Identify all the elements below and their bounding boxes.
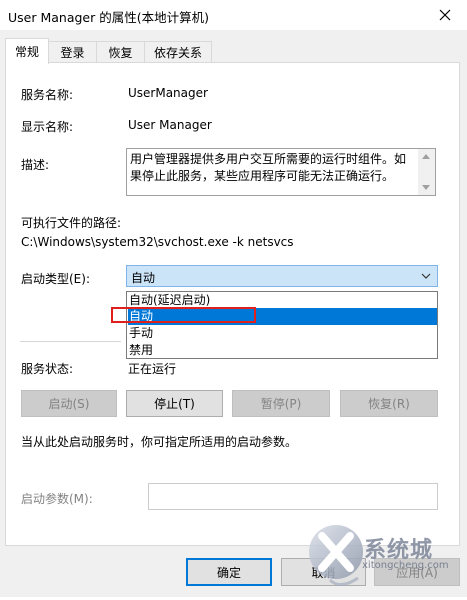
start-params-hint: 当从此处启动服务时，你可指定所适用的启动参数。: [21, 435, 298, 449]
close-button[interactable]: [430, 2, 460, 28]
description-scrollbar[interactable]: [418, 149, 435, 195]
startup-type-value: 自动: [131, 271, 156, 285]
pause-button[interactable]: 暂停(P): [232, 390, 330, 417]
display-name-value: User Manager: [128, 118, 212, 132]
tab-dependencies[interactable]: 依存关系: [144, 41, 212, 63]
start-params-input[interactable]: [148, 483, 438, 510]
service-name-label: 服务名称:: [21, 88, 74, 102]
apply-button[interactable]: 应用(A): [374, 558, 460, 586]
display-name-label: 显示名称:: [21, 120, 74, 134]
tab-label: 登录: [60, 46, 85, 60]
title-bar: User Manager 的属性(本地计算机): [0, 0, 467, 30]
startup-type-select[interactable]: 自动: [126, 265, 438, 287]
tab-label: 常规: [14, 45, 39, 59]
close-icon: [439, 9, 451, 21]
description-text: 用户管理器提供多用户交互所需要的运行时组件。如果停止此服务，某些应用程序可能无法…: [130, 152, 407, 183]
exec-path-label: 可执行文件的路径:: [21, 216, 122, 230]
tab-general[interactable]: 常规: [5, 38, 49, 64]
start-button[interactable]: 启动(S): [21, 390, 117, 417]
chevron-down-icon: [421, 273, 431, 279]
option-manual[interactable]: 手动: [128, 325, 437, 342]
window-title: User Manager 的属性(本地计算机): [8, 10, 209, 25]
separator: [20, 341, 121, 342]
startup-type-label: 启动类型(E):: [21, 272, 90, 286]
tab-recovery[interactable]: 恢复: [96, 41, 145, 63]
description-label: 描述:: [21, 158, 50, 172]
description-textbox[interactable]: 用户管理器提供多用户交互所需要的运行时组件。如果停止此服务，某些应用程序可能无法…: [126, 148, 436, 196]
stop-button[interactable]: 停止(T): [126, 390, 223, 417]
scroll-up-icon[interactable]: [422, 154, 430, 159]
service-status-value: 正在运行: [128, 362, 177, 376]
service-name-value: UserManager: [128, 86, 208, 100]
highlight-box: [111, 307, 256, 323]
scroll-down-icon[interactable]: [422, 185, 430, 190]
tab-logon[interactable]: 登录: [48, 41, 97, 63]
startup-type-dropdown: 自动(延迟启动) 自动 手动 禁用: [126, 291, 438, 359]
tab-label: 恢复: [108, 46, 133, 60]
resume-button[interactable]: 恢复(R): [340, 390, 438, 417]
ok-button[interactable]: 确定: [186, 558, 272, 586]
tab-label: 依存关系: [153, 46, 202, 60]
start-params-label: 启动参数(M):: [21, 492, 93, 506]
option-disabled[interactable]: 禁用: [128, 342, 437, 359]
service-status-label: 服务状态:: [21, 362, 74, 376]
exec-path-value: C:\Windows\system32\svchost.exe -k netsv…: [21, 235, 294, 249]
cancel-button[interactable]: 取消: [281, 558, 366, 586]
